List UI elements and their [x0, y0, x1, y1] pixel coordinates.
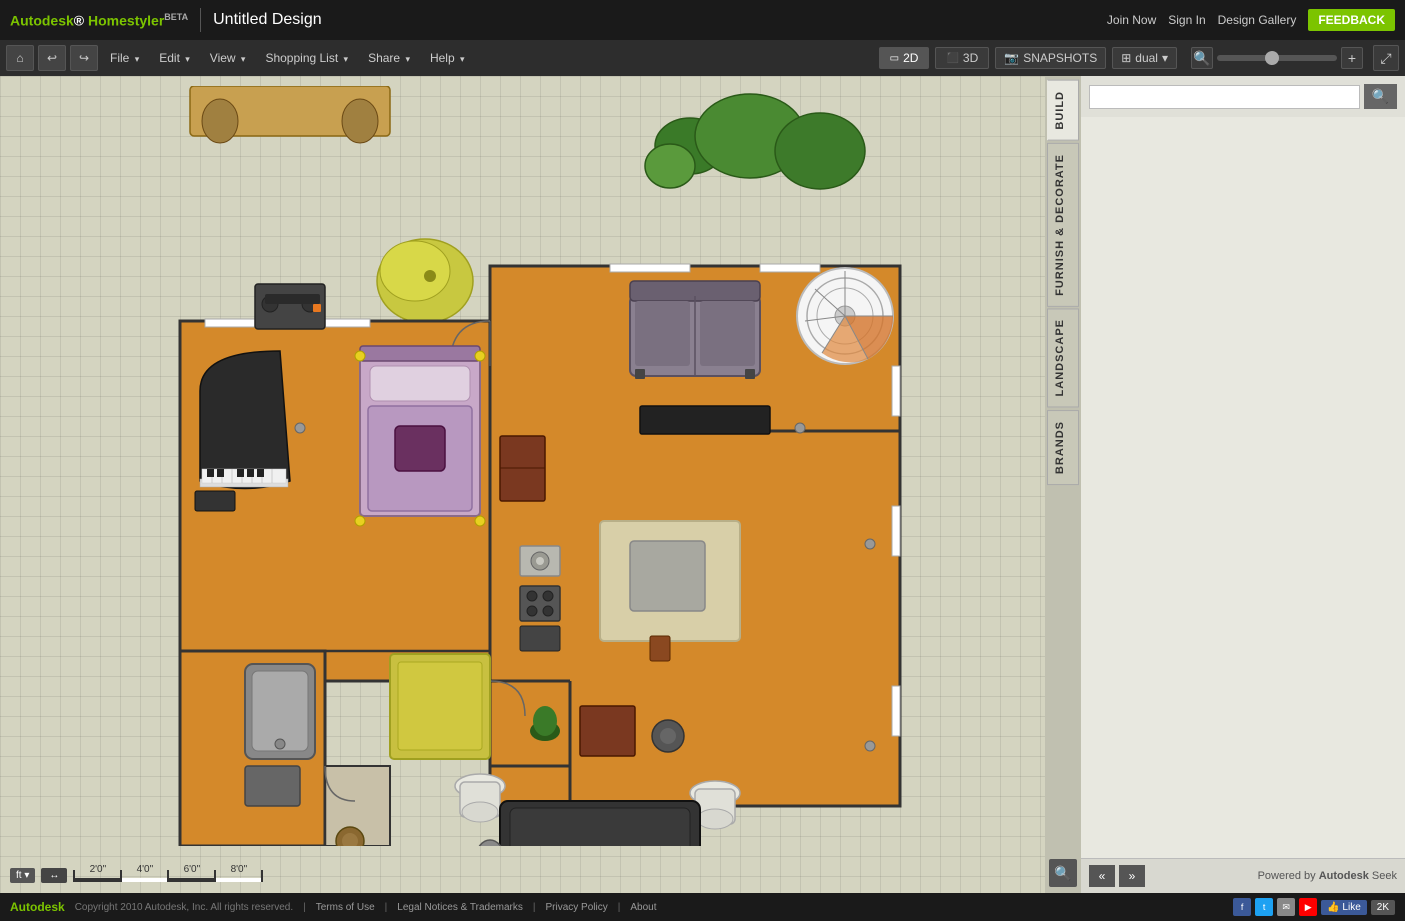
- panel-search-input[interactable]: [1089, 85, 1360, 109]
- facebook-icon[interactable]: f: [1233, 898, 1251, 916]
- social-icons: f t ✉ ▶ 👍 Like 2K: [1233, 898, 1395, 916]
- build-tab[interactable]: BUILD: [1047, 80, 1079, 141]
- privacy-link[interactable]: Privacy Policy: [546, 902, 608, 913]
- join-now-link[interactable]: Join Now: [1107, 13, 1156, 27]
- snapshots-button[interactable]: 📷 SNAPSHOTS: [995, 47, 1106, 69]
- zoom-slider[interactable]: [1217, 55, 1337, 61]
- terms-link[interactable]: Terms of Use: [316, 902, 375, 913]
- design-gallery-link[interactable]: Design Gallery: [1218, 13, 1297, 27]
- top-right-nav: Join Now Sign In Design Gallery FEEDBACK: [1107, 9, 1395, 31]
- project-title: Untitled Design: [213, 11, 322, 29]
- landscape-tab[interactable]: LANDSCAPE: [1047, 308, 1079, 407]
- menu-bar: ⌂ ↩ ↪ File ▾ Edit ▾ View ▾ Shopping List…: [0, 40, 1405, 76]
- autodesk-name: Autodesk: [10, 12, 74, 28]
- view-menu[interactable]: View ▾: [202, 47, 254, 69]
- measure-button[interactable]: ↔: [41, 868, 67, 883]
- panel-search-row: 🔍: [1081, 76, 1405, 117]
- edit-menu[interactable]: Edit ▾: [151, 47, 198, 69]
- footer-separator: |: [303, 902, 306, 913]
- zoom-in-button[interactable]: +: [1341, 47, 1363, 69]
- floor-plan[interactable]: [10, 86, 1020, 846]
- scale-bar: ft ▾ ↔ 2'0" 4'0" 6'0": [10, 868, 263, 883]
- beta-label: BETA: [164, 12, 188, 22]
- canvas-area[interactable]: ft ▾ ↔ 2'0" 4'0" 6'0": [0, 76, 1045, 893]
- panel-content-area: 🔍 « » Powered by Autodesk Seek: [1081, 76, 1405, 893]
- scale-mark-4: 4'0": [137, 864, 154, 875]
- file-menu[interactable]: File ▾: [102, 47, 147, 69]
- zoom-slider-thumb[interactable]: [1265, 51, 1279, 65]
- powered-by-text: Powered by Autodesk Seek: [1258, 870, 1397, 882]
- zoom-controls: 🔍 +: [1191, 47, 1363, 69]
- home-button[interactable]: ⌂: [6, 45, 34, 71]
- panel-bottom-nav: « » Powered by Autodesk Seek: [1081, 858, 1405, 893]
- dual-icon: ⊞: [1121, 51, 1131, 65]
- footer-copyright: Copyright 2010 Autodesk, Inc. All rights…: [75, 902, 293, 913]
- 2k-button[interactable]: 2K: [1371, 900, 1395, 915]
- vertical-tabs: BUILD FURNISH & DECORATE LANDSCAPE BRAND…: [1045, 76, 1081, 893]
- zoom-out-button[interactable]: 🔍: [1191, 47, 1213, 69]
- search-tab-icon[interactable]: 🔍: [1049, 859, 1077, 893]
- youtube-icon[interactable]: ▶: [1299, 898, 1317, 916]
- logo-text: Autodesk® HomestylerBETA: [10, 12, 188, 29]
- scale-mark-8: 8'0": [231, 864, 248, 875]
- email-icon[interactable]: ✉: [1277, 898, 1295, 916]
- 2d-view-button[interactable]: ▭ 2D: [879, 47, 930, 69]
- undo-button[interactable]: ↩: [38, 45, 66, 71]
- about-link[interactable]: About: [630, 902, 656, 913]
- bottom-bar: Autodesk Copyright 2010 Autodesk, Inc. A…: [0, 893, 1405, 921]
- scale-mark-6: 6'0": [184, 864, 201, 875]
- panel-prev-button[interactable]: «: [1089, 865, 1115, 887]
- camera-icon: 📷: [1004, 51, 1019, 65]
- scale-mark-2: 2'0": [90, 864, 107, 875]
- shopping-list-menu[interactable]: Shopping List ▾: [257, 47, 356, 69]
- feedback-button[interactable]: FEEDBACK: [1308, 9, 1395, 31]
- like-button[interactable]: 👍 Like: [1321, 900, 1367, 915]
- furnish-tab[interactable]: FURNISH & DECORATE: [1047, 143, 1079, 307]
- right-panel: BUILD FURNISH & DECORATE LANDSCAPE BRAND…: [1045, 76, 1405, 893]
- top-bar: Autodesk® HomestylerBETA Untitled Design…: [0, 0, 1405, 40]
- panel-items-area: [1081, 117, 1405, 858]
- 3d-view-button[interactable]: ⬛ 3D: [935, 47, 989, 69]
- 3d-icon: ⬛: [946, 53, 958, 64]
- footer-logo: Autodesk: [10, 900, 65, 914]
- redo-button[interactable]: ↪: [70, 45, 98, 71]
- fullscreen-button[interactable]: ⤢: [1373, 45, 1399, 71]
- share-menu[interactable]: Share ▾: [360, 47, 418, 69]
- brands-tab[interactable]: BRANDS: [1047, 410, 1079, 485]
- sign-in-link[interactable]: Sign In: [1168, 13, 1205, 27]
- product-name: Homestyler: [88, 12, 164, 28]
- logo-area: Autodesk® HomestylerBETA: [10, 12, 188, 29]
- scale-ruler: 2'0" 4'0" 6'0" 8'0": [73, 870, 263, 882]
- 2d-icon: ▭: [890, 53, 899, 64]
- legal-link[interactable]: Legal Notices & Trademarks: [397, 902, 523, 913]
- help-menu[interactable]: Help ▾: [422, 47, 473, 69]
- unit-button[interactable]: ft ▾: [10, 868, 35, 883]
- menu-right-controls: ▭ 2D ⬛ 3D 📷 SNAPSHOTS ⊞ dual ▾ 🔍 + ⤢: [879, 45, 1399, 71]
- twitter-icon[interactable]: t: [1255, 898, 1273, 916]
- dual-button[interactable]: ⊞ dual ▾: [1112, 47, 1177, 69]
- panel-next-button[interactable]: »: [1119, 865, 1145, 887]
- main-area: ft ▾ ↔ 2'0" 4'0" 6'0": [0, 76, 1405, 893]
- logo-divider: [200, 8, 201, 32]
- panel-search-button[interactable]: 🔍: [1364, 84, 1397, 109]
